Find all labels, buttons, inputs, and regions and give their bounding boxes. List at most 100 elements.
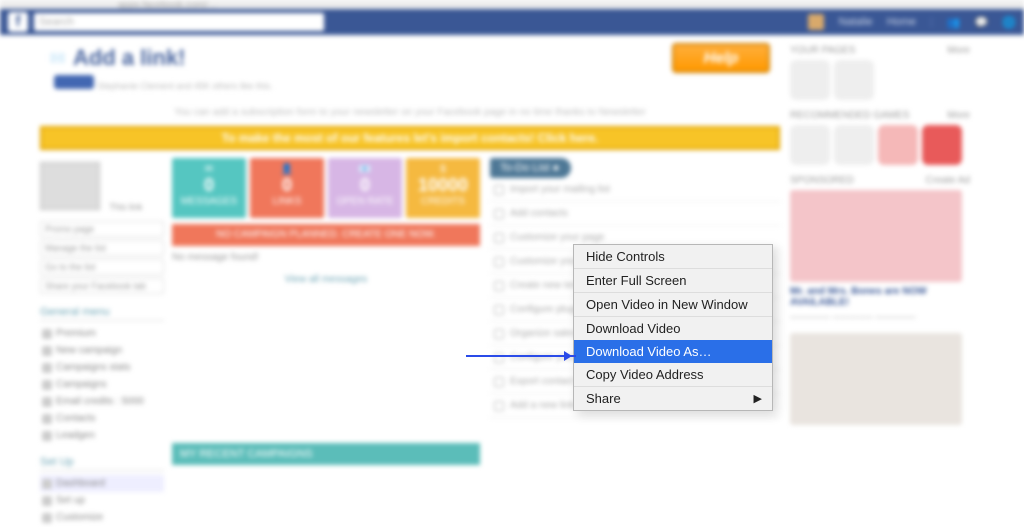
sidebar-item: Email credits : 5000: [40, 393, 164, 410]
general-menu-header: General menu: [40, 306, 164, 321]
search-placeholder: Search: [39, 16, 74, 28]
left-sidebar: This link Promo page Manage the list Go …: [40, 158, 164, 526]
game-tile[interactable]: [790, 125, 830, 165]
checkbox-icon[interactable]: [494, 209, 504, 219]
context-menu: Hide Controls Enter Full Screen Open Vid…: [573, 244, 773, 411]
sidebar-item[interactable]: Customize: [40, 509, 164, 526]
stat-links: 👤0LINKS: [250, 158, 324, 218]
checkbox-icon[interactable]: [494, 281, 504, 291]
chart-icon: [42, 363, 52, 373]
app-header: ✉️ Add a link! Help: [40, 41, 780, 75]
nav-icon[interactable]: 💬: [975, 16, 989, 29]
mini-link[interactable]: Go to the list: [40, 259, 164, 275]
game-tile[interactable]: [922, 125, 962, 165]
ad-body: ———— ———— ————: [790, 312, 970, 323]
more-link[interactable]: More: [947, 110, 970, 121]
todo-header: To-Do List ●: [490, 158, 571, 178]
mini-link[interactable]: Promo page: [40, 221, 164, 237]
cm-open-new-window[interactable]: Open Video in New Window: [574, 293, 772, 316]
info-bar: You can add a subscription form to your …: [40, 102, 780, 124]
game-tile[interactable]: [834, 125, 874, 165]
avatar[interactable]: [808, 14, 824, 30]
checkbox-icon[interactable]: [494, 305, 504, 315]
facebook-topbar: f Search Natalie Home | 👥 💬 🌐: [0, 9, 1024, 35]
nav-icon[interactable]: 🌐: [1002, 16, 1016, 29]
paint-icon: [42, 513, 52, 523]
create-ad-link[interactable]: Create Ad: [926, 175, 970, 186]
search-input[interactable]: Search: [34, 13, 324, 31]
cm-download-video[interactable]: Download Video: [574, 317, 772, 340]
sidebar-item[interactable]: Contacts: [40, 410, 164, 427]
star-icon: [42, 329, 52, 339]
more-link[interactable]: More: [947, 45, 970, 56]
lead-icon: [42, 431, 52, 441]
checkbox-icon[interactable]: [494, 353, 504, 363]
cm-copy-video-address[interactable]: Copy Video Address: [574, 363, 772, 386]
credit-icon: [42, 397, 52, 407]
sidebar-item[interactable]: Set up: [40, 492, 164, 509]
side-section-title: YOUR PAGES: [790, 45, 855, 56]
view-all-link[interactable]: View all messages: [285, 274, 368, 285]
sidebar-item[interactable]: Campaigns: [40, 376, 164, 393]
like-text: Stephanie Clement and 45K others like th…: [97, 81, 272, 91]
pointer-arrow-annotation: [466, 355, 576, 357]
sidebar-item[interactable]: Premium: [40, 325, 164, 342]
app-logo-icon: ✉️: [50, 51, 65, 65]
help-button[interactable]: Help: [672, 43, 770, 73]
list-icon: [42, 380, 52, 390]
side-section-title: RECOMMENDED GAMES: [790, 110, 909, 121]
page-tile[interactable]: [834, 60, 874, 100]
checkbox-icon[interactable]: [494, 377, 504, 387]
blurred-page: apps.facebook.com/… f Search Natalie Hom…: [0, 0, 1024, 527]
page-title: Add a link!: [73, 45, 185, 71]
chevron-right-icon: ▶: [754, 392, 762, 405]
sidebar-item[interactable]: New campaign: [40, 342, 164, 359]
user-name[interactable]: Natalie: [838, 16, 872, 28]
contacts-icon: [42, 414, 52, 424]
todo-item[interactable]: Add contacts: [490, 202, 780, 226]
plus-icon: [42, 346, 52, 356]
stat-credits: $10000CREDITS: [406, 158, 480, 218]
todo-item[interactable]: Import your mailing list: [490, 178, 780, 202]
mini-link[interactable]: Share your Facebook tab: [40, 278, 164, 294]
home-link[interactable]: Home: [887, 16, 916, 28]
checkbox-icon[interactable]: [494, 329, 504, 339]
mini-links: Promo page Manage the list Go to the lis…: [40, 221, 164, 294]
like-row: Stephanie Clement and 45K others like th…: [40, 75, 780, 96]
no-campaign-banner[interactable]: NO CAMPAIGN PLANNED. CREATE ONE NOW.: [172, 224, 480, 246]
stat-openrate: 📧0OPEN RATE: [328, 158, 402, 218]
thumbnail: [40, 162, 100, 210]
checkbox-icon[interactable]: [494, 401, 504, 411]
sidebar-item[interactable]: Leadgen: [40, 427, 164, 444]
browser-toolbar: apps.facebook.com/…: [0, 0, 1024, 9]
nav-icon[interactable]: 👥: [947, 16, 961, 29]
divider: |: [930, 16, 933, 28]
gear-icon: [42, 496, 52, 506]
sidebar-item-dashboard[interactable]: Dashboard: [40, 475, 164, 492]
facebook-logo-icon[interactable]: f: [8, 12, 28, 32]
no-message-text: No message found!: [172, 252, 480, 263]
recent-campaigns-header: MY RECENT CAMPAIGNS: [172, 443, 480, 465]
stats-row: ✉0MESSAGES 👤0LINKS 📧0OPEN RATE $10000CRE…: [172, 158, 480, 218]
sidebar-item[interactable]: Campaigns stats: [40, 359, 164, 376]
checkbox-icon[interactable]: [494, 233, 504, 243]
cm-share[interactable]: Share▶: [574, 387, 772, 410]
import-banner[interactable]: To make the most of our features let's i…: [40, 126, 780, 150]
checkbox-icon[interactable]: [494, 185, 504, 195]
cm-enter-fullscreen[interactable]: Enter Full Screen: [574, 269, 772, 292]
dashboard-icon: [42, 479, 52, 489]
cm-hide-controls[interactable]: Hide Controls: [574, 245, 772, 268]
cm-download-video-as[interactable]: Download Video As…: [574, 340, 772, 363]
like-button[interactable]: [54, 75, 94, 89]
ad-image[interactable]: [790, 333, 962, 425]
mini-link[interactable]: Manage the list: [40, 240, 164, 256]
stat-messages: ✉0MESSAGES: [172, 158, 246, 218]
sponsored-label: SPONSORED: [790, 175, 854, 186]
page-tile[interactable]: [790, 60, 830, 100]
checkbox-icon[interactable]: [494, 257, 504, 267]
game-tile[interactable]: [878, 125, 918, 165]
ad-image[interactable]: [790, 190, 962, 282]
ad-title[interactable]: Mr. and Mrs. Bones are NOW AVAILABLE!: [790, 286, 970, 308]
setup-header: Set Up: [40, 456, 164, 471]
right-sidebar: YOUR PAGES More RECOMMENDED GAMES More SPO…: [790, 41, 970, 526]
